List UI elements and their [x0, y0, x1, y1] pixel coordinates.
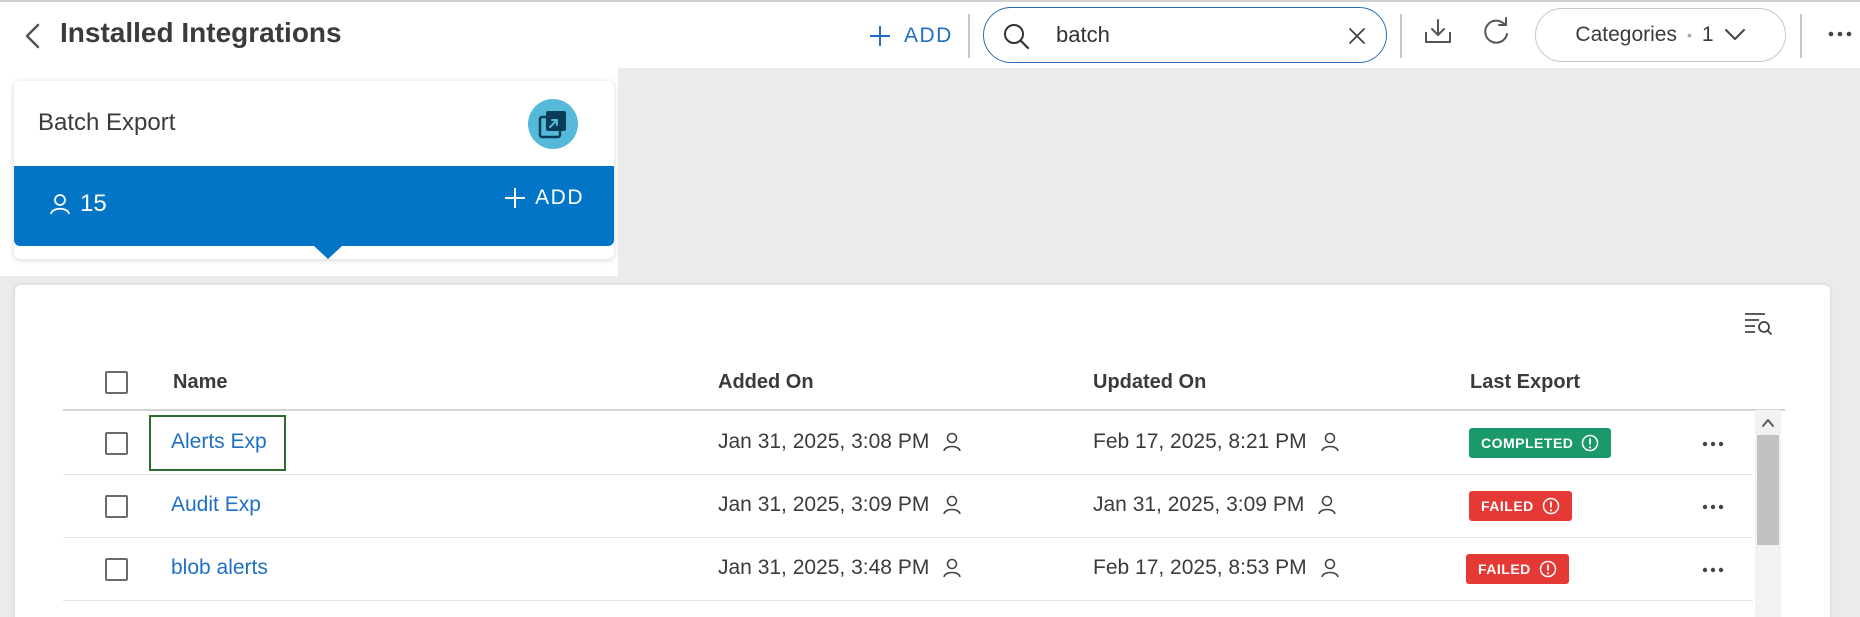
- status-badge: COMPLETED: [1469, 428, 1612, 458]
- popover-arrow: [314, 246, 342, 259]
- toolbar-divider: [1800, 14, 1802, 58]
- added-on-cell: Jan 31, 2025, 3:48 PM: [718, 556, 962, 580]
- page-title: Installed Integrations: [60, 17, 342, 48]
- status-label: COMPLETED: [1481, 435, 1574, 451]
- user-icon[interactable]: [943, 432, 962, 452]
- refresh-icon[interactable]: [1480, 16, 1512, 48]
- status-label: FAILED: [1481, 498, 1534, 514]
- card-add-label: ADD: [535, 186, 584, 209]
- updated-on-cell: Feb 17, 2025, 8:53 PM: [1093, 556, 1339, 580]
- user-count-value: 15: [80, 190, 107, 217]
- updated-on-value: Feb 17, 2025, 8:53 PM: [1093, 556, 1307, 579]
- page-header: Installed Integrations ADD Categories • …: [0, 2, 1860, 68]
- export-icon: [538, 111, 566, 139]
- added-on-value: Jan 31, 2025, 3:08 PM: [718, 430, 930, 453]
- toolbar-divider: [1400, 14, 1402, 58]
- added-on-value: Jan 31, 2025, 3:48 PM: [718, 556, 930, 579]
- chevron-left-icon[interactable]: [22, 22, 44, 50]
- plus-icon: [870, 26, 890, 46]
- user-icon[interactable]: [1318, 495, 1337, 515]
- download-icon[interactable]: [1422, 16, 1454, 48]
- updated-on-cell: Jan 31, 2025, 3:09 PM: [1093, 493, 1337, 517]
- updated-on-value: Feb 17, 2025, 8:21 PM: [1093, 430, 1307, 453]
- user-icon[interactable]: [943, 495, 962, 515]
- integration-name-link[interactable]: blob alerts: [171, 556, 268, 580]
- column-header-updated-on[interactable]: Updated On: [1093, 371, 1206, 394]
- row-more-icon[interactable]: [1699, 434, 1727, 454]
- user-icon[interactable]: [1320, 432, 1339, 452]
- table-row[interactable]: Audit Exp Jan 31, 2025, 3:09 PM Jan 31, …: [63, 475, 1753, 538]
- added-on-cell: Jan 31, 2025, 3:08 PM: [718, 430, 962, 454]
- integration-name-link[interactable]: Alerts Exp: [171, 430, 267, 454]
- row-checkbox[interactable]: [105, 495, 128, 518]
- separator-dot: •: [1686, 27, 1692, 43]
- filter-search-icon[interactable]: [1743, 310, 1773, 336]
- column-header-name[interactable]: Name: [173, 371, 227, 394]
- row-more-icon[interactable]: [1699, 497, 1727, 517]
- updated-on-cell: Feb 17, 2025, 8:21 PM: [1093, 430, 1339, 454]
- chevron-down-icon: [1724, 29, 1745, 40]
- search-input[interactable]: [1056, 20, 1306, 50]
- card-add-button[interactable]: ADD: [503, 186, 584, 210]
- info-icon[interactable]: [1539, 560, 1557, 578]
- updated-on-value: Jan 31, 2025, 3:09 PM: [1093, 493, 1305, 516]
- search-icon: [1004, 24, 1030, 50]
- toolbar-divider: [968, 14, 970, 58]
- categories-label: Categories: [1575, 23, 1677, 46]
- add-integration-button[interactable]: ADD: [868, 16, 953, 56]
- card-title: Batch Export: [38, 109, 176, 136]
- close-icon[interactable]: [1346, 25, 1368, 47]
- info-icon[interactable]: [1542, 497, 1560, 515]
- info-icon[interactable]: [1581, 434, 1599, 452]
- table-row[interactable]: Alerts Exp Jan 31, 2025, 3:08 PM Feb 17,…: [63, 412, 1753, 475]
- batch-export-logo: [528, 99, 578, 149]
- add-integration-label: ADD: [904, 24, 953, 47]
- categories-dropdown[interactable]: Categories • 1: [1535, 8, 1786, 62]
- search-box[interactable]: [983, 7, 1387, 63]
- added-on-value: Jan 31, 2025, 3:09 PM: [718, 493, 930, 516]
- vertical-scrollbar[interactable]: [1755, 410, 1781, 617]
- more-options-icon[interactable]: [1825, 22, 1855, 46]
- integrations-table-card: Name Added On Updated On Last Export Ale…: [15, 285, 1830, 617]
- categories-count: 1: [1701, 23, 1714, 46]
- card-user-count: 15: [50, 190, 107, 218]
- status-badge: FAILED: [1466, 554, 1569, 584]
- added-on-cell: Jan 31, 2025, 3:09 PM: [718, 493, 962, 517]
- table-header: Name Added On Updated On Last Export: [63, 353, 1785, 411]
- select-all-checkbox[interactable]: [105, 371, 128, 394]
- plus-icon: [505, 188, 526, 208]
- status-badge: FAILED: [1469, 491, 1572, 521]
- row-checkbox[interactable]: [105, 432, 128, 455]
- scroll-up-icon[interactable]: [1761, 416, 1775, 430]
- row-more-icon[interactable]: [1699, 560, 1727, 580]
- user-icon[interactable]: [943, 558, 962, 578]
- status-label: FAILED: [1478, 561, 1531, 577]
- user-icon: [50, 194, 70, 215]
- integration-card[interactable]: Batch Export 15 ADD: [14, 81, 614, 259]
- user-icon[interactable]: [1320, 558, 1339, 578]
- column-header-last-export[interactable]: Last Export: [1470, 371, 1580, 394]
- table-row[interactable]: blob alerts Jan 31, 2025, 3:48 PM Feb 17…: [63, 538, 1753, 601]
- scrollbar-thumb[interactable]: [1757, 435, 1779, 545]
- row-checkbox[interactable]: [105, 558, 128, 581]
- card-footer: 15 ADD: [14, 166, 614, 246]
- integration-name-link[interactable]: Audit Exp: [171, 493, 261, 517]
- column-header-added-on[interactable]: Added On: [718, 371, 814, 394]
